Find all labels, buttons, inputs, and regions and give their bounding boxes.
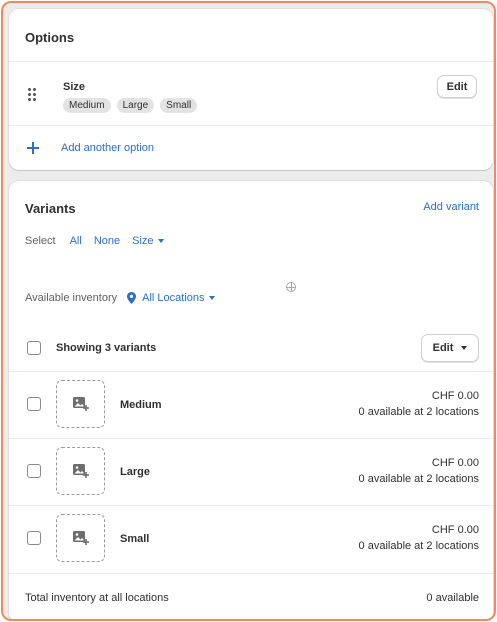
variants-title: Variants [25,201,76,216]
variant-price: CHF 0.00 [431,524,479,536]
variant-row[interactable]: Large CHF 0.00 0 available at 2 location… [9,438,493,505]
total-inventory-value: 0 available [426,592,479,604]
chevron-down-icon [157,239,164,244]
variant-row[interactable]: Medium CHF 0.00 0 available at 2 locatio… [9,371,493,438]
variant-checkbox[interactable] [27,397,41,411]
option-value-chip: Small [160,98,198,113]
add-another-option-button[interactable]: Add another option [27,140,154,156]
select-all-link[interactable]: All [70,235,82,247]
select-all-checkbox[interactable] [27,341,41,355]
option-value-chip: Large [116,98,155,113]
image-add-icon [72,464,89,478]
showing-variants-label: Showing 3 variants [56,342,157,354]
variant-availability: 0 available at 2 locations [358,473,479,485]
variant-checkbox[interactable] [27,464,41,478]
locations-dropdown[interactable]: All Locations [142,292,215,304]
divider [9,61,493,62]
variant-row[interactable]: Small CHF 0.00 0 available at 2 location… [9,505,493,572]
add-option-label: Add another option [61,142,154,154]
add-variant-image-button[interactable] [56,447,105,495]
select-label: Select [25,235,56,247]
divider [9,573,493,574]
select-row: Select All None Size [25,235,176,247]
plus-icon [27,142,39,154]
available-inventory-label: Available inventory [25,292,118,304]
select-size-label: Size [132,235,154,247]
select-none-link[interactable]: None [94,235,120,247]
variants-card: Variants Add variant Select All None Siz… [9,181,493,619]
edit-option-button[interactable]: Edit [437,75,477,98]
variant-availability: 0 available at 2 locations [358,406,479,418]
chevron-down-icon [208,296,215,301]
inventory-row: Available inventory All Locations [25,292,215,304]
edit-variants-button[interactable]: Edit [421,334,479,362]
option-values: Medium Large Small [63,98,198,113]
total-inventory-label: Total inventory at all locations [25,592,169,604]
variant-name[interactable]: Large [120,466,150,478]
add-variant-link[interactable]: Add variant [423,201,479,213]
edit-variants-label: Edit [432,342,454,354]
options-title: Options [25,30,75,45]
locations-label: All Locations [142,292,205,304]
location-pin-icon [127,292,137,304]
variant-availability: 0 available at 2 locations [358,540,479,552]
image-add-icon [72,397,89,411]
add-variant-image-button[interactable] [56,380,105,428]
crosshair-icon [286,282,296,292]
image-add-icon [72,531,89,545]
variant-price: CHF 0.00 [431,390,479,402]
product-variants-panel: Options Size Medium Large Small Edit Add… [1,1,496,621]
option-value-chip: Medium [63,98,111,113]
variant-name[interactable]: Medium [120,399,162,411]
variant-price: CHF 0.00 [431,457,479,469]
divider [9,125,493,126]
add-variant-image-button[interactable] [56,514,105,562]
option-name: Size [63,81,86,93]
chevron-down-icon [461,346,468,350]
variant-checkbox[interactable] [27,531,41,545]
options-card: Options Size Medium Large Small Edit Add… [9,9,493,170]
variant-name[interactable]: Small [120,533,149,545]
select-size-dropdown[interactable]: Size [132,235,164,247]
drag-handle-icon[interactable] [28,88,38,102]
